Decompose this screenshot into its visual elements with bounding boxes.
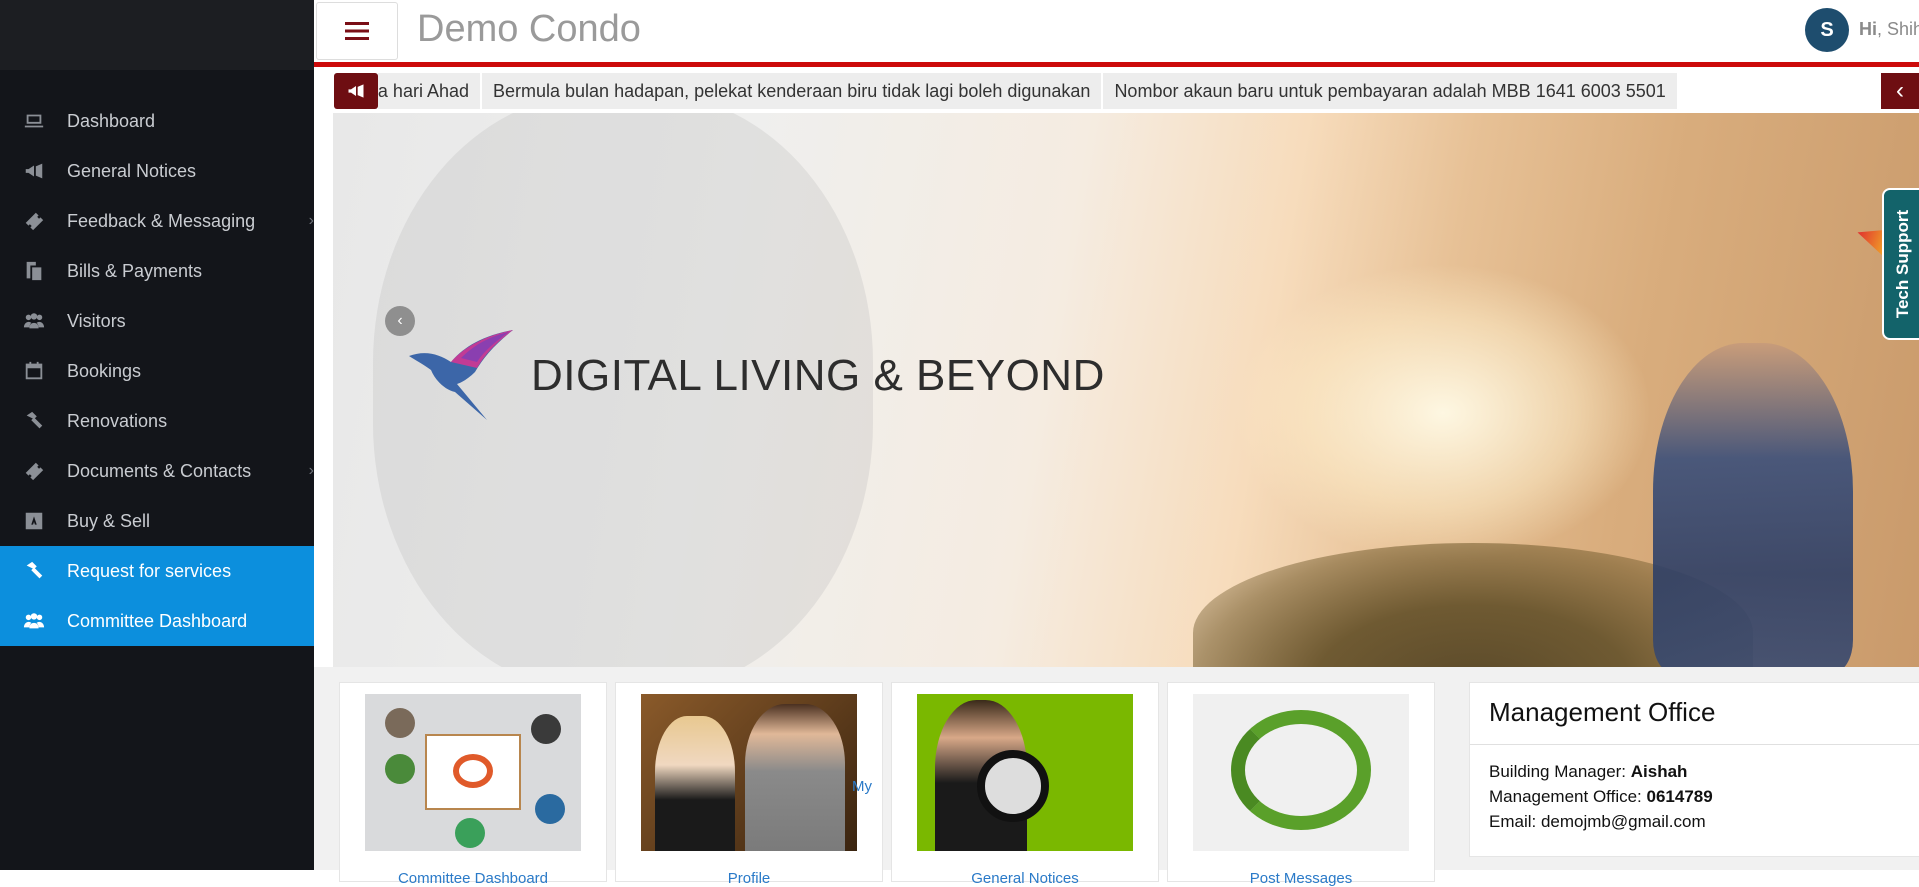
calendar-icon xyxy=(22,360,46,382)
card-label[interactable]: Committee Dashboard xyxy=(340,870,606,887)
sidebar-item-label: Dashboard xyxy=(67,110,156,131)
sidebar-item-visitors[interactable]: Visitors xyxy=(0,296,314,346)
brand-tagline: DIGITAL LIVING & BEYOND xyxy=(531,351,1105,400)
sidebar-item-dashboard[interactable]: Dashboard xyxy=(0,96,314,146)
sidebar-item-documents-contacts[interactable]: Documents & Contacts › xyxy=(0,446,314,496)
sidebar-item-general-notices[interactable]: General Notices xyxy=(0,146,314,196)
sidebar-item-label: Feedback & Messaging xyxy=(67,210,256,231)
email-value[interactable]: demojmb@gmail.com xyxy=(1541,812,1706,831)
person-shape xyxy=(535,794,565,824)
sidebar-item-committee-dashboard[interactable]: Committee Dashboard xyxy=(0,596,314,646)
office-phone-label: Management Office: xyxy=(1489,787,1647,806)
ticker-item[interactable]: a hari Ahad xyxy=(378,73,482,109)
header-divider xyxy=(314,62,1919,67)
speech-bubble-image xyxy=(1193,694,1409,851)
laptop-icon xyxy=(22,110,46,132)
greeting-name: , Shih xyxy=(1877,19,1919,39)
sidebar-item-label: Visitors xyxy=(67,310,126,331)
man-figure xyxy=(745,704,845,851)
building-manager-name: Aishah xyxy=(1630,762,1688,781)
chevron-right-icon: › xyxy=(308,462,314,479)
users-icon xyxy=(22,310,46,332)
sidebar-item-label: Bookings xyxy=(67,360,142,381)
megaphone-icon xyxy=(334,73,378,109)
sidebar-item-bookings[interactable]: Bookings xyxy=(0,346,314,396)
sidebar-item-label: Renovations xyxy=(67,410,168,431)
amazon-icon xyxy=(22,510,46,532)
avatar[interactable]: S xyxy=(1805,8,1849,52)
gear-shape xyxy=(453,754,493,788)
sidebar-item-label: Committee Dashboard xyxy=(67,610,248,631)
building-manager-line: Building Manager: Aishah xyxy=(1489,759,1919,784)
carousel-prev-button[interactable]: ‹ xyxy=(385,306,415,336)
sidebar-item-label: Documents & Contacts xyxy=(67,460,252,481)
user-greeting[interactable]: Hi, Shih xyxy=(1859,19,1919,40)
greeting-hi: Hi xyxy=(1859,19,1877,39)
users-icon xyxy=(22,610,46,632)
shortcut-card-committee-dashboard[interactable]: Committee Dashboard xyxy=(339,682,607,887)
person-shape xyxy=(455,818,485,848)
dashboard-shortcuts: Committee Dashboard My Profile General N… xyxy=(314,667,1919,887)
hummingbird-icon xyxy=(409,330,513,420)
card-label[interactable]: Post Messages xyxy=(1168,870,1434,887)
woman-figure xyxy=(655,716,735,851)
building-manager-label: Building Manager: xyxy=(1489,762,1631,781)
sidebar-item-label: General Notices xyxy=(67,160,197,181)
ticker-item[interactable]: Bermula bulan hadapan, pelekat kenderaan… xyxy=(482,73,1104,109)
ticket-icon xyxy=(22,460,46,482)
ticker-item[interactable]: Nombor akaun baru untuk pembayaran adala… xyxy=(1103,73,1679,109)
hero-banner: DIGITAL LIVING & BEYOND ‹ xyxy=(333,113,1919,667)
hammer-icon xyxy=(22,410,46,432)
sidebar-item-buy-sell[interactable]: Buy & Sell xyxy=(0,496,314,546)
email-line: Email: demojmb@gmail.com xyxy=(1489,809,1919,834)
sidebar: Dashboard General Notices Feedback & Mes… xyxy=(0,0,314,870)
person-shape xyxy=(385,754,415,784)
office-phone-line: Management Office: 0614789 xyxy=(1489,784,1919,809)
banner-sunlight xyxy=(1233,263,1653,563)
management-office-details: Building Manager: Aishah Management Offi… xyxy=(1470,745,1919,834)
sidebar-item-label: Bills & Payments xyxy=(67,260,203,281)
copy-icon xyxy=(22,260,46,282)
app-title: Demo Condo xyxy=(417,8,641,50)
shortcut-card-profile[interactable]: My Profile xyxy=(615,682,883,887)
card-label[interactable]: Profile xyxy=(616,870,882,887)
hammer-icon xyxy=(22,560,46,582)
ticker-toggle-button[interactable]: ‹ xyxy=(1881,73,1919,109)
banner-father-figure xyxy=(1653,343,1853,667)
sidebar-nav: Dashboard General Notices Feedback & Mes… xyxy=(0,70,314,646)
couple-image xyxy=(641,694,857,851)
news-ticker: a hari Ahad Bermula bulan hadapan, pelek… xyxy=(334,72,1919,110)
ticket-icon xyxy=(22,210,46,232)
card-side-label[interactable]: My xyxy=(852,778,872,795)
speech-bubble-shape xyxy=(1231,710,1371,830)
card-label[interactable]: General Notices xyxy=(892,870,1158,887)
person-shape xyxy=(531,714,561,744)
chevron-right-icon: › xyxy=(308,212,314,229)
sidebar-logo-area xyxy=(0,0,314,70)
person-shape xyxy=(385,708,415,738)
sidebar-item-renovations[interactable]: Renovations xyxy=(0,396,314,446)
sidebar-item-label: Request for services xyxy=(67,560,232,581)
brand-logo: DIGITAL LIVING & BEYOND xyxy=(405,328,1105,424)
shortcut-card-general-notices[interactable]: General Notices xyxy=(891,682,1159,887)
email-label: Email: xyxy=(1489,812,1541,831)
tech-support-tab[interactable]: Tech Support xyxy=(1882,188,1919,340)
megaphone-woman-image xyxy=(917,694,1133,851)
shortcut-card-post-messages[interactable]: Post Messages xyxy=(1167,682,1435,887)
committee-meeting-image xyxy=(365,694,581,851)
tech-support-label: Tech Support xyxy=(1893,209,1913,319)
hamburger-icon xyxy=(345,22,369,40)
megaphone-icon xyxy=(22,160,46,182)
sidebar-item-bills-payments[interactable]: Bills & Payments xyxy=(0,246,314,296)
sidebar-item-request-for-services[interactable]: Request for services xyxy=(0,546,314,596)
megaphone-shape xyxy=(977,750,1049,822)
sidebar-item-feedback-messaging[interactable]: Feedback & Messaging › xyxy=(0,196,314,246)
office-phone-number: 0614789 xyxy=(1646,787,1713,806)
sidebar-item-label: Buy & Sell xyxy=(67,510,151,531)
management-office-panel: Management Office Building Manager: Aish… xyxy=(1469,682,1919,857)
ticker-track: a hari Ahad Bermula bulan hadapan, pelek… xyxy=(378,73,1679,109)
menu-toggle-button[interactable] xyxy=(316,2,398,60)
panel-title: Management Office xyxy=(1470,683,1919,745)
top-header: Demo Condo S Hi, Shih xyxy=(314,0,1919,62)
